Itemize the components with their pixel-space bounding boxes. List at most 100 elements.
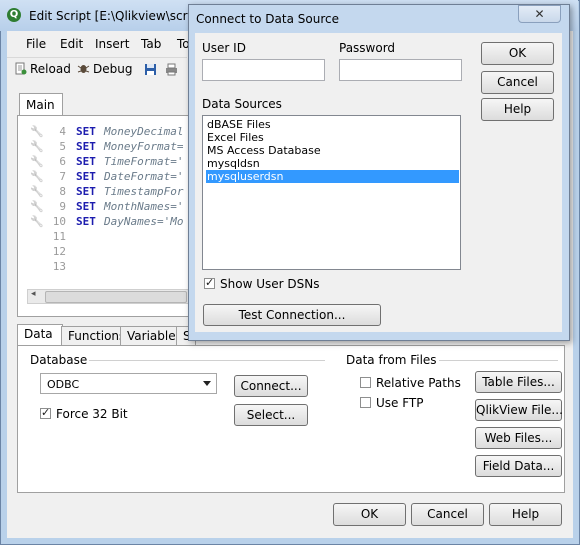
tab-variables-label: Variables	[127, 329, 182, 343]
qlikview-file-button-label: QlikView File...	[476, 403, 563, 417]
table-files-button-label: Table Files...	[482, 375, 555, 389]
debug-button[interactable]: Debug	[77, 62, 132, 76]
toolbar: Reload Debug	[7, 57, 187, 83]
web-files-button[interactable]: Web Files...	[475, 427, 562, 449]
reload-label: Reload	[30, 62, 71, 76]
menu-edit[interactable]: Edit	[60, 37, 83, 51]
script-line[interactable]: 🔧 9 SET MonthNames='	[26, 200, 196, 215]
data-source-item[interactable]: dBASE Files	[206, 118, 459, 131]
line-number: 13	[52, 260, 66, 273]
script-line[interactable]: 13	[26, 260, 196, 275]
script-line[interactable]: 12	[26, 245, 196, 260]
web-files-button-label: Web Files...	[484, 431, 553, 445]
use-ftp-label: Use FTP	[376, 396, 424, 410]
script-line[interactable]: 11	[26, 230, 196, 245]
script-line[interactable]: 🔧 5 SET MoneyFormat=	[26, 140, 196, 155]
data-source-item[interactable]: Excel Files	[206, 131, 459, 144]
table-files-button[interactable]: Table Files...	[475, 371, 562, 393]
help-button[interactable]: Help	[489, 503, 562, 526]
menu-file[interactable]: File	[26, 37, 46, 51]
script-line[interactable]: 🔧 8 SET TimestampFor	[26, 185, 196, 200]
script-text: DayNames='Mo	[104, 215, 184, 228]
dialog-help-button[interactable]: Help	[481, 98, 554, 121]
script-line[interactable]: 🔧 6 SET TimeFormat='	[26, 155, 196, 170]
dialog-cancel-button[interactable]: Cancel	[481, 71, 554, 94]
select-button[interactable]: Select...	[234, 404, 308, 426]
database-type-select[interactable]: ODBC	[40, 373, 217, 394]
tab-data[interactable]: Data	[17, 324, 63, 347]
tab-main[interactable]: Main	[19, 93, 63, 117]
qlikview-file-button[interactable]: QlikView File...	[475, 399, 563, 421]
debug-bug-icon	[77, 65, 90, 73]
line-number: 11	[52, 230, 66, 243]
database-type-value: ODBC	[47, 378, 80, 391]
tab-variables[interactable]: Variables	[120, 326, 182, 346]
tab-data-label: Data	[24, 327, 53, 341]
line-marker-wrench-icon: 🔧	[30, 125, 44, 138]
password-label: Password	[339, 41, 396, 55]
save-icon[interactable]	[144, 63, 157, 76]
menu-tab[interactable]: Tab	[141, 37, 161, 51]
data-source-item[interactable]: mysqluserdsn	[206, 170, 459, 183]
script-keyword: SET	[76, 170, 96, 183]
database-group-divider	[80, 360, 325, 361]
dialog-help-button-label: Help	[503, 102, 532, 116]
use-ftp-checkbox[interactable]	[360, 397, 371, 408]
line-marker-wrench-icon: 🔧	[30, 215, 44, 228]
script-text: MonthNames='	[104, 200, 184, 213]
line-number: 5	[59, 140, 66, 153]
qlikview-app-icon: Q	[7, 8, 21, 22]
data-from-files-group-divider	[420, 360, 558, 361]
scrollbar-thumb[interactable]	[45, 291, 187, 303]
script-text: MoneyDecimal	[104, 125, 184, 138]
cancel-button[interactable]: Cancel	[411, 503, 484, 526]
script-text: MoneyFormat=	[104, 140, 184, 153]
dialog-close-icon[interactable]: ✕	[518, 5, 561, 23]
password-field[interactable]	[339, 59, 462, 81]
menu-insert[interactable]: Insert	[95, 37, 129, 51]
line-number: 9	[59, 200, 66, 213]
dialog-ok-button[interactable]: OK	[481, 42, 554, 65]
data-source-label: Excel Files	[207, 131, 264, 144]
connect-button-label: Connect...	[240, 379, 302, 393]
show-user-dsns-checkbox[interactable]: ✓	[204, 276, 215, 289]
dialog-cancel-button-label: Cancel	[497, 75, 538, 89]
relative-paths-label: Relative Paths	[376, 376, 461, 390]
line-number: 10	[52, 215, 66, 228]
script-keyword: SET	[76, 185, 96, 198]
field-data-button[interactable]: Field Data...	[475, 455, 562, 477]
data-source-label: mysqluserdsn	[207, 170, 284, 183]
checkmark-icon: ✓	[205, 276, 215, 289]
connect-button[interactable]: Connect...	[234, 375, 308, 397]
reload-icon	[15, 62, 27, 75]
scroll-left-arrow-icon[interactable]: ◂	[31, 289, 36, 299]
script-editor[interactable]: 🔧 4 SET MoneyDecimal 🔧 5 SET MoneyFormat= 🔧 6 SET T…	[26, 125, 187, 295]
script-line[interactable]: 🔧 4 SET MoneyDecimal	[26, 125, 196, 140]
ok-button-label: OK	[360, 507, 379, 521]
ok-button[interactable]: OK	[333, 503, 406, 526]
script-line[interactable]: 🔧 7 SET DateFormat='	[26, 170, 196, 185]
force-32-bit-checkbox[interactable]: ✓	[40, 406, 51, 419]
tab-functions[interactable]: Functions	[61, 326, 125, 346]
data-from-files-group-label: Data from Files	[344, 353, 439, 367]
line-number: 6	[59, 155, 66, 168]
script-line[interactable]: 🔧 10 SET DayNames='Mo	[26, 215, 196, 230]
data-source-item[interactable]: mysqldsn	[206, 157, 459, 170]
relative-paths-checkbox[interactable]	[360, 377, 371, 388]
reload-button[interactable]: Reload	[14, 62, 71, 76]
script-keyword: SET	[76, 155, 96, 168]
tab-main-label: Main	[26, 98, 55, 112]
data-source-label: mysqldsn	[207, 157, 260, 170]
script-keyword: SET	[76, 215, 96, 228]
line-number: 8	[59, 185, 66, 198]
test-connection-button[interactable]: Test Connection...	[203, 304, 381, 326]
force-32-bit-label: Force 32 Bit	[56, 407, 128, 421]
select-button-label: Select...	[246, 408, 296, 422]
script-text: TimeFormat='	[104, 155, 184, 168]
print-icon[interactable]	[165, 63, 178, 76]
data-sources-listbox[interactable]: dBASE Files Excel Files MS Access Database…	[202, 115, 461, 270]
user-id-field[interactable]	[202, 59, 325, 81]
data-source-item[interactable]: MS Access Database	[206, 144, 459, 157]
script-keyword: SET	[76, 125, 96, 138]
data-sources-label: Data Sources	[202, 97, 282, 111]
